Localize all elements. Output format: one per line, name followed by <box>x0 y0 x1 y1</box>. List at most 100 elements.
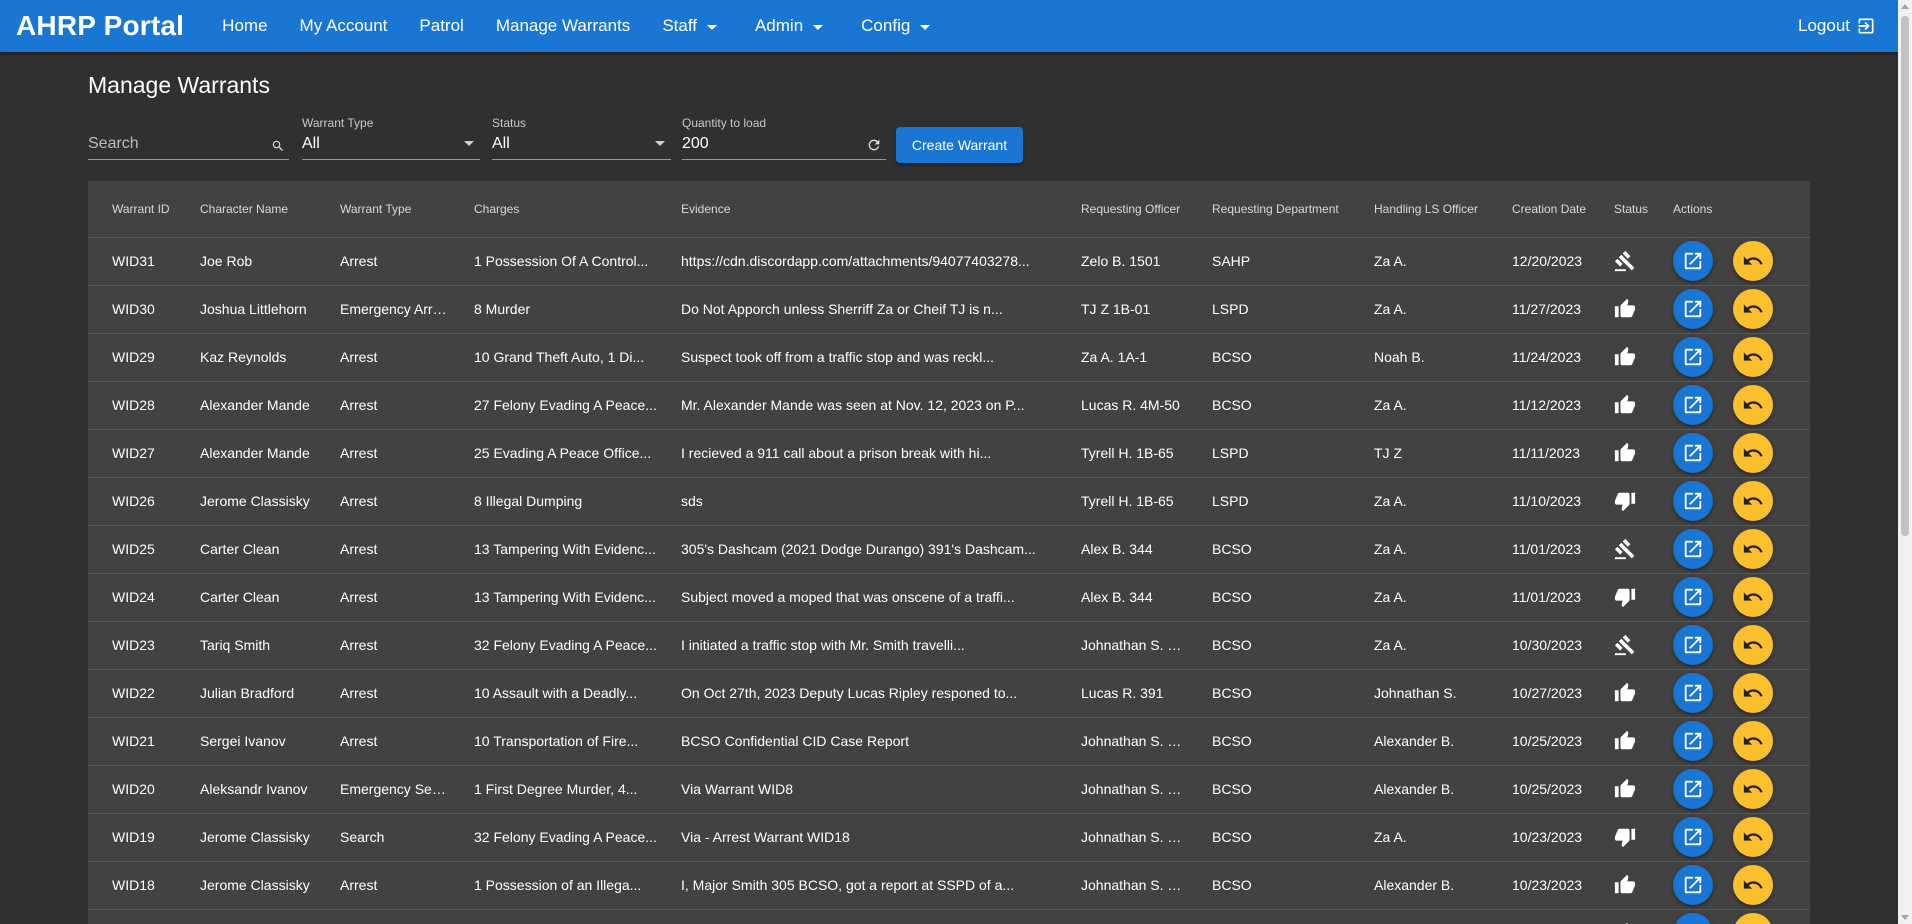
header-warrant-type[interactable]: Warrant Type <box>316 181 450 238</box>
header-status[interactable]: Status <box>1590 181 1649 238</box>
header-requesting-department[interactable]: Requesting Department <box>1188 181 1350 238</box>
cell-charges: 8 Murder <box>450 285 657 334</box>
open-warrant-button[interactable] <box>1673 529 1713 569</box>
table-row: WID21 Sergei Ivanov Arrest 10 Transportatio… <box>88 717 1810 766</box>
scroll-down-arrow-icon[interactable] <box>1901 915 1909 920</box>
search-placeholder: Search <box>88 135 139 152</box>
revert-warrant-button[interactable] <box>1733 289 1773 329</box>
header-charges[interactable]: Charges <box>450 181 657 238</box>
nav-admin-dropdown[interactable]: Admin <box>739 0 845 52</box>
cell-officer: Alex B. 344 <box>1057 525 1188 574</box>
header-evidence[interactable]: Evidence <box>657 181 1057 238</box>
open-warrant-button[interactable] <box>1673 241 1713 281</box>
nav-config-dropdown[interactable]: Config <box>845 0 952 52</box>
revert-warrant-button[interactable] <box>1733 865 1773 905</box>
open-warrant-button[interactable] <box>1673 625 1713 665</box>
revert-warrant-button[interactable] <box>1733 673 1773 713</box>
open-in-new-icon <box>1684 636 1702 654</box>
nav-staff-dropdown[interactable]: Staff <box>646 0 739 52</box>
nav-my-account[interactable]: My Account <box>284 0 404 52</box>
cell-officer: Johnathan S. 305 <box>1057 621 1188 670</box>
scroll-up-arrow-icon[interactable] <box>1901 4 1909 9</box>
cell-id: WID20 <box>88 765 176 814</box>
status-select[interactable]: Status All <box>492 112 671 160</box>
table-row: WID26 Jerome Classisky Arrest 8 Illegal Dum… <box>88 477 1810 526</box>
open-warrant-button[interactable] <box>1673 913 1713 924</box>
page-scrollbar[interactable] <box>1898 0 1912 924</box>
cell-officer: Tyrell H. 1B-65 <box>1057 477 1188 526</box>
cell-date: 12/20/2023 <box>1488 237 1590 286</box>
revert-warrant-button[interactable] <box>1733 625 1773 665</box>
open-warrant-button[interactable] <box>1673 337 1713 377</box>
header-requesting-officer[interactable]: Requesting Officer <box>1057 181 1188 238</box>
cell-evidence: Suspect took off from a traffic stop and… <box>657 333 1057 382</box>
open-warrant-button[interactable] <box>1673 817 1713 857</box>
cell-evidence: I recieved a 911 call about a prison bre… <box>657 429 1057 478</box>
thumb-up-icon <box>1614 442 1636 462</box>
cell-charges: 32 Felony Evading A Peace... <box>450 621 657 670</box>
open-warrant-button[interactable] <box>1673 481 1713 521</box>
open-warrant-button[interactable] <box>1673 721 1713 761</box>
search-input[interactable]: Search <box>88 112 289 160</box>
revert-warrant-button[interactable] <box>1733 337 1773 377</box>
nav-home[interactable]: Home <box>206 0 283 52</box>
cell-handler: TJ Z <box>1350 429 1488 478</box>
header-creation-date[interactable]: Creation Date <box>1488 181 1590 238</box>
open-warrant-button[interactable] <box>1673 865 1713 905</box>
gavel-icon <box>1614 538 1635 560</box>
refresh-icon[interactable] <box>866 137 882 153</box>
row-actions <box>1673 385 1810 425</box>
header-warrant-id[interactable]: Warrant ID <box>88 181 176 238</box>
header-character-name[interactable]: Character Name <box>176 181 316 238</box>
revert-warrant-button[interactable] <box>1733 433 1773 473</box>
open-warrant-button[interactable] <box>1673 433 1713 473</box>
warrant-type-label: Warrant Type <box>302 116 374 130</box>
header-handling-officer[interactable]: Handling LS Officer <box>1350 181 1488 238</box>
revert-warrant-button[interactable] <box>1733 577 1773 617</box>
nav-patrol[interactable]: Patrol <box>403 0 479 52</box>
open-warrant-button[interactable] <box>1673 673 1713 713</box>
cell-dept: BCSO <box>1188 813 1350 862</box>
revert-warrant-button[interactable] <box>1733 769 1773 809</box>
cell-type <box>316 909 450 924</box>
cell-charges: 10 Assault with a Deadly... <box>450 669 657 718</box>
cell-status <box>1590 333 1649 382</box>
undo-icon <box>1743 256 1763 265</box>
open-warrant-button[interactable] <box>1673 385 1713 425</box>
open-warrant-button[interactable] <box>1673 289 1713 329</box>
cell-name: Julian Bradford <box>176 669 316 718</box>
open-warrant-button[interactable] <box>1673 577 1713 617</box>
revert-warrant-button[interactable] <box>1733 241 1773 281</box>
scrollbar-thumb[interactable] <box>1901 16 1909 536</box>
cell-date: 11/11/2023 <box>1488 429 1590 478</box>
cell-charges: 10 Transportation of Fire... <box>450 717 657 766</box>
quantity-input[interactable]: Quantity to load 200 <box>682 112 886 160</box>
revert-warrant-button[interactable] <box>1733 481 1773 521</box>
cell-dept: BCSO <box>1188 765 1350 814</box>
cell-actions <box>1649 909 1810 924</box>
cell-handler <box>1350 909 1488 924</box>
cell-charges: 1 First Degree Murder, 4... <box>450 765 657 814</box>
revert-warrant-button[interactable] <box>1733 817 1773 857</box>
revert-warrant-button[interactable] <box>1733 721 1773 761</box>
cell-id: WID18 <box>88 861 176 910</box>
cell-officer: Lucas R. 4M-50 <box>1057 381 1188 430</box>
create-warrant-button[interactable]: Create Warrant <box>896 127 1023 163</box>
open-warrant-button[interactable] <box>1673 769 1713 809</box>
row-actions <box>1673 337 1810 377</box>
cell-evidence: sds <box>657 477 1057 526</box>
revert-warrant-button[interactable] <box>1733 385 1773 425</box>
cell-date: 10/27/2023 <box>1488 669 1590 718</box>
brand-logo[interactable]: AHRP Portal <box>16 10 184 42</box>
cell-charges: 1 Possession Of A Control... <box>450 237 657 286</box>
cell-officer: TJ Z 1B-01 <box>1057 285 1188 334</box>
cell-dept: BCSO <box>1188 525 1350 574</box>
revert-warrant-button[interactable] <box>1733 913 1773 924</box>
cell-evidence: On Oct 27th, 2023 Deputy Lucas Ripley re… <box>657 669 1057 718</box>
logout-button[interactable]: Logout <box>1798 0 1876 52</box>
search-icon[interactable] <box>271 139 285 153</box>
cell-date: 10/23/2023 <box>1488 813 1590 862</box>
nav-manage-warrants[interactable]: Manage Warrants <box>480 0 646 52</box>
revert-warrant-button[interactable] <box>1733 529 1773 569</box>
warrant-type-select[interactable]: Warrant Type All <box>302 112 480 160</box>
